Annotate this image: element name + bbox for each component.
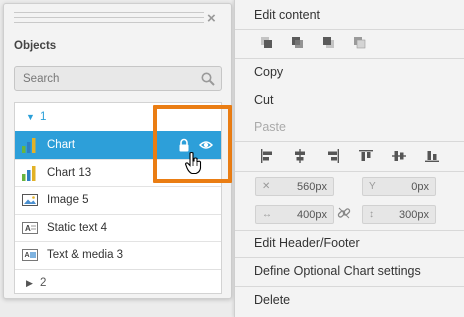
caret-right-icon[interactable]: ▶ — [26, 278, 40, 289]
tree-item-label: Chart — [47, 139, 76, 152]
eye-icon[interactable] — [199, 138, 213, 152]
search-icon[interactable] — [201, 72, 215, 86]
panel-title: Objects — [14, 40, 57, 52]
tree-item-chart-13[interactable]: Chart 13 — [15, 158, 221, 187]
search-box[interactable] — [14, 66, 222, 91]
align-top-icon[interactable] — [359, 149, 373, 163]
menu-cut[interactable]: Cut — [235, 87, 464, 113]
align-right-icon[interactable] — [326, 149, 340, 163]
text-media-icon: A — [21, 247, 39, 263]
context-menu: Edit content Copy Cut Paste ✕ 560px Y 0p… — [234, 0, 464, 317]
tree-item-label: Text & media 3 — [47, 249, 124, 262]
objects-tree: ▼ 1 Chart Chart 13 Image 5 A Static text… — [14, 102, 222, 294]
x-input[interactable] — [277, 179, 327, 194]
menu-copy[interactable]: Copy — [235, 59, 464, 85]
tree-item-image-5[interactable]: Image 5 — [15, 186, 221, 214]
x-position-field[interactable]: ✕ — [255, 177, 334, 196]
tree-item-label: Image 5 — [47, 194, 89, 207]
tree-item-chart[interactable]: Chart — [15, 131, 221, 159]
menu-edit-content[interactable]: Edit content — [235, 2, 464, 28]
objects-panel: × Objects ▼ 1 Chart — [3, 3, 232, 299]
image-icon — [21, 192, 39, 208]
menu-edit-header-footer[interactable]: Edit Header/Footer — [235, 230, 464, 256]
menu-paste: Paste — [254, 120, 286, 134]
send-to-back-icon[interactable] — [353, 36, 367, 50]
height-field[interactable]: ↕ — [362, 205, 436, 224]
panel-drag-handle[interactable] — [14, 12, 204, 26]
y-position-field[interactable]: Y — [362, 177, 436, 196]
align-left-icon[interactable] — [260, 149, 274, 163]
tree-item-label: Chart 13 — [47, 166, 92, 179]
align-middle-icon[interactable] — [392, 149, 406, 163]
lock-icon[interactable] — [177, 138, 191, 152]
width-input[interactable] — [277, 207, 327, 222]
group-row-2[interactable]: ▶ 2 — [15, 268, 221, 297]
tree-item-text-media-3[interactable]: A Text & media 3 — [15, 241, 221, 269]
svg-text:A: A — [25, 252, 30, 259]
menu-define-chart-settings[interactable]: Define Optional Chart settings — [235, 258, 464, 284]
tree-item-label: Static text 4 — [47, 221, 108, 234]
group-label: 2 — [40, 277, 47, 289]
search-input[interactable] — [15, 67, 195, 90]
width-icon: ↔ — [262, 209, 272, 220]
width-field[interactable]: ↔ — [255, 205, 334, 224]
align-bottom-icon[interactable] — [425, 149, 439, 163]
layer-order-toolbar — [260, 36, 367, 50]
tree-item-static-text-4[interactable]: A Static text 4 — [15, 213, 221, 242]
align-toolbar — [260, 149, 439, 163]
caret-down-icon[interactable]: ▼ — [26, 112, 40, 122]
text-icon: A — [21, 220, 39, 236]
y-input[interactable] — [379, 179, 429, 194]
svg-text:A: A — [25, 224, 31, 233]
send-backward-icon[interactable] — [322, 36, 336, 50]
close-icon[interactable]: × — [207, 11, 221, 27]
group-label: 1 — [40, 111, 47, 123]
menu-delete[interactable]: Delete — [235, 287, 464, 313]
bring-forward-icon[interactable] — [291, 36, 305, 50]
x-axis-icon: ✕ — [262, 181, 271, 192]
height-input[interactable] — [379, 207, 429, 222]
bring-to-front-icon[interactable] — [260, 36, 274, 50]
bar-chart-icon — [21, 165, 39, 181]
bar-chart-icon — [21, 137, 39, 154]
group-row-1[interactable]: ▼ 1 — [15, 103, 221, 131]
link-icon[interactable] — [337, 206, 351, 220]
align-center-icon[interactable] — [293, 149, 307, 163]
